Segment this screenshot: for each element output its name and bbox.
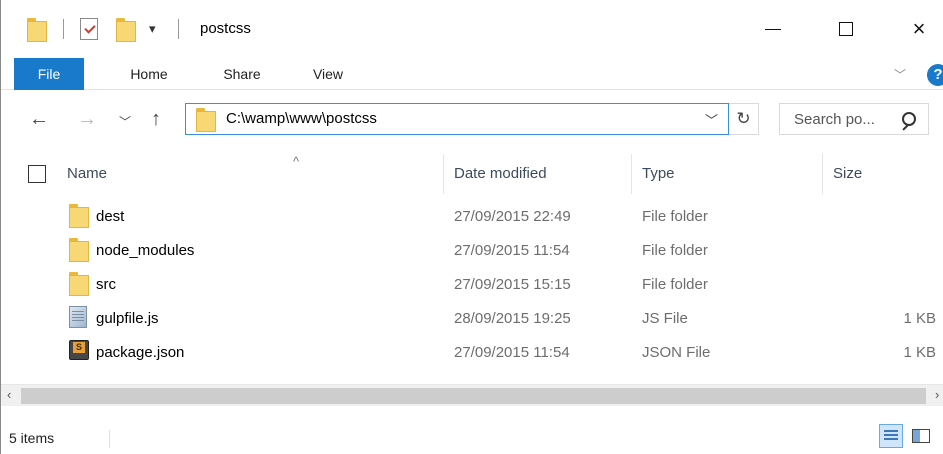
ribbon-tabs: File Home Share View ﹀ ?: [1, 58, 943, 90]
column-divider[interactable]: [631, 154, 632, 194]
title-separator: [63, 14, 64, 44]
json-file-icon: [69, 340, 89, 360]
file-size: 1 KB: [903, 344, 936, 361]
file-date: 27/09/2015 11:54: [454, 242, 570, 259]
up-arrow-icon[interactable]: ↑: [151, 107, 161, 131]
tab-file[interactable]: File: [14, 58, 84, 90]
column-header-type[interactable]: Type: [642, 150, 675, 198]
address-folder-icon: [196, 108, 216, 132]
tab-home[interactable]: Home: [121, 58, 177, 90]
file-name[interactable]: package.json: [96, 344, 184, 361]
column-header-date-modified[interactable]: Date modified: [454, 150, 547, 198]
maximize-icon: [839, 22, 853, 36]
search-input[interactable]: Search po...: [794, 111, 875, 128]
folder-icon: [69, 272, 89, 296]
refresh-icon: ↻: [736, 109, 751, 128]
status-bar: 5 items: [1, 408, 943, 454]
horizontal-scrollbar[interactable]: ‹ ›: [1, 384, 943, 406]
properties-icon[interactable]: [80, 14, 98, 44]
scroll-left-arrow-icon[interactable]: ‹: [7, 387, 11, 402]
file-date: 27/09/2015 15:15: [454, 276, 571, 293]
select-all-checkbox[interactable]: [28, 165, 46, 183]
recent-locations-chevron-icon[interactable]: ﹀: [119, 110, 131, 134]
quick-access-dropdown-icon[interactable]: ▾: [149, 14, 156, 44]
file-size: 1 KB: [903, 310, 936, 327]
file-name[interactable]: gulpfile.js: [96, 310, 159, 327]
refresh-button[interactable]: ↻: [729, 103, 759, 135]
back-arrow-icon[interactable]: ←: [29, 107, 49, 131]
navigation-bar: ← → ﹀ ↑ C:\wamp\www\postcss ﹀ ↻ Search p…: [1, 90, 943, 150]
file-name[interactable]: node_modules: [96, 242, 194, 259]
column-divider[interactable]: [443, 154, 444, 194]
window-title: postcss: [200, 20, 251, 37]
forward-arrow-icon[interactable]: →: [77, 107, 97, 131]
column-header-name[interactable]: Name ^: [67, 150, 299, 198]
file-type: File folder: [642, 276, 708, 293]
expand-ribbon-chevron-icon[interactable]: ﹀: [894, 66, 906, 83]
explorer-window: ▾ postcss × File Home Share View ﹀ ? ← →…: [0, 0, 943, 454]
file-type: File folder: [642, 208, 708, 225]
item-count: 5 items: [9, 430, 55, 446]
file-row[interactable]: src 27/09/2015 15:15 File folder: [1, 268, 943, 302]
maximize-button[interactable]: [823, 14, 869, 44]
file-date: 28/09/2015 19:25: [454, 310, 571, 327]
file-row[interactable]: node_modules 27/09/2015 11:54 File folde…: [1, 234, 943, 268]
details-view-icon[interactable]: [879, 424, 903, 448]
search-box[interactable]: Search po...: [779, 103, 929, 135]
scrollbar-thumb[interactable]: [21, 388, 926, 404]
column-divider[interactable]: [822, 154, 823, 194]
column-headers: Name ^ Date modified Type Size: [1, 150, 943, 198]
file-name[interactable]: dest: [96, 208, 124, 225]
column-header-size[interactable]: Size: [833, 150, 862, 198]
file-type: File folder: [642, 242, 708, 259]
file-date: 27/09/2015 22:49: [454, 208, 571, 225]
file-type: JSON File: [642, 344, 711, 361]
minimize-icon: [765, 28, 781, 30]
search-icon[interactable]: [901, 112, 916, 127]
tab-view[interactable]: View: [303, 58, 353, 90]
minimize-button[interactable]: [750, 14, 796, 44]
folder-icon: [69, 204, 89, 228]
address-bar[interactable]: C:\wamp\www\postcss ﹀: [185, 103, 729, 135]
sort-ascending-icon: ^: [293, 154, 300, 169]
title-bar: ▾ postcss ×: [1, 0, 943, 58]
close-icon: ×: [912, 16, 926, 41]
file-name[interactable]: src: [96, 276, 116, 293]
file-row[interactable]: package.json 27/09/2015 11:54 JSON File …: [1, 336, 943, 370]
file-date: 27/09/2015 11:54: [454, 344, 570, 361]
address-path[interactable]: C:\wamp\www\postcss: [226, 110, 377, 127]
help-icon[interactable]: ?: [927, 64, 943, 86]
file-row[interactable]: gulpfile.js 28/09/2015 19:25 JS File 1 K…: [1, 302, 943, 336]
js-file-icon: [69, 306, 87, 328]
quick-access-folder-icon[interactable]: [27, 14, 47, 44]
scroll-right-arrow-icon[interactable]: ›: [935, 387, 939, 402]
tab-share[interactable]: Share: [212, 58, 272, 90]
folder-icon: [69, 238, 89, 262]
file-row[interactable]: dest 27/09/2015 22:49 File folder: [1, 200, 943, 234]
new-folder-icon[interactable]: [116, 14, 136, 44]
close-button[interactable]: ×: [896, 14, 942, 44]
address-dropdown-chevron-icon[interactable]: ﹀: [705, 110, 718, 129]
file-type: JS File: [642, 310, 688, 327]
title-separator-2: [178, 14, 179, 44]
status-separator: [109, 430, 110, 448]
large-icons-view-icon[interactable]: [909, 424, 933, 448]
